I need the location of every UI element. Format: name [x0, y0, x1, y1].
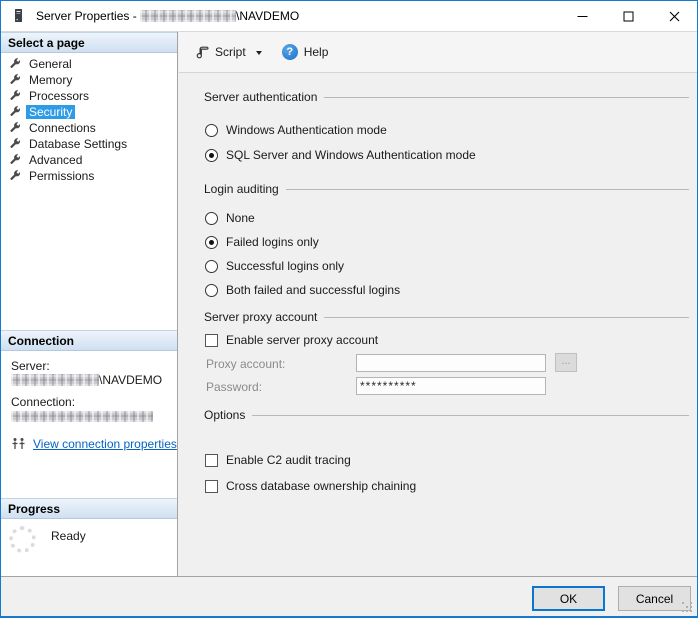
connection-header: Connection — [1, 330, 177, 351]
login-auditing-title: Login auditing — [204, 182, 689, 196]
wrench-icon — [9, 154, 21, 166]
connection-section: Connection Server: \NAVDEMO Connection: — [1, 330, 177, 451]
chevron-down-icon — [256, 51, 262, 55]
connection-label: Connection: — [11, 395, 177, 409]
sidebar-item-connections[interactable]: Connections — [1, 120, 177, 136]
wrench-icon — [9, 170, 21, 182]
proxy-account-label: Proxy account: — [206, 357, 285, 371]
checkbox-icon — [205, 454, 218, 467]
redacted-server-name — [140, 10, 236, 22]
maximize-button[interactable] — [605, 1, 651, 31]
help-button[interactable]: ? Help — [275, 39, 336, 65]
cancel-button[interactable]: Cancel — [618, 586, 691, 611]
maximize-icon — [623, 11, 634, 22]
wrench-icon — [9, 122, 21, 134]
view-connection-properties-link[interactable]: View connection properties — [33, 437, 177, 451]
radio-none[interactable]: None — [205, 210, 255, 226]
wrench-icon — [9, 74, 21, 86]
close-icon — [669, 11, 680, 22]
redacted-server-name — [11, 374, 99, 386]
connection-value — [11, 409, 177, 423]
sidebar-item-security[interactable]: Security — [1, 104, 177, 120]
checkbox-cross-database-ownership-chaining[interactable]: Cross database ownership chaining — [205, 478, 416, 494]
footer: OK Cancel — [1, 576, 697, 616]
toolbar: Script ? Help — [179, 31, 697, 73]
radio-icon — [205, 124, 218, 137]
script-label: Script — [215, 45, 246, 59]
progress-status: Ready — [51, 529, 86, 543]
server-label: Server: — [11, 359, 177, 373]
sidebar-item-processors[interactable]: Processors — [1, 88, 177, 104]
sidebar-item-database-settings[interactable]: Database Settings — [1, 136, 177, 152]
security-page-content: Server authentication Windows Authentica… — [179, 74, 697, 576]
page-list: General Memory Processors Security Conne… — [1, 53, 177, 184]
title-bar[interactable]: Server Properties - \NAVDEMO — [1, 1, 697, 31]
wrench-icon — [9, 58, 21, 70]
password-input[interactable] — [356, 377, 546, 395]
radio-icon-checked — [205, 236, 218, 249]
server-value: \NAVDEMO — [11, 373, 177, 387]
server-proxy-account-title: Server proxy account — [204, 310, 689, 324]
script-icon — [195, 45, 209, 59]
help-label: Help — [304, 45, 329, 59]
window-title: Server Properties - \NAVDEMO — [36, 9, 299, 23]
connection-properties-icon — [11, 437, 27, 451]
close-button[interactable] — [651, 1, 697, 31]
sidebar-item-permissions[interactable]: Permissions — [1, 168, 177, 184]
resize-grip[interactable] — [682, 602, 694, 614]
server-properties-dialog: Server Properties - \NAVDEMO Select a pa… — [0, 0, 698, 618]
radio-icon — [205, 212, 218, 225]
main-panel: Script ? Help Server authentication Wind… — [179, 31, 697, 576]
help-icon: ? — [282, 44, 298, 60]
server-icon — [10, 8, 26, 24]
radio-windows-authentication[interactable]: Windows Authentication mode — [205, 122, 387, 138]
options-title: Options — [204, 408, 689, 422]
radio-icon-checked — [205, 149, 218, 162]
sidebar-item-general[interactable]: General — [1, 56, 177, 72]
progress-spinner-icon — [9, 526, 36, 553]
ok-button[interactable]: OK — [532, 586, 605, 611]
minimize-button[interactable] — [559, 1, 605, 31]
script-button[interactable]: Script — [188, 39, 271, 65]
redacted-connection-user — [11, 411, 153, 422]
checkbox-icon — [205, 334, 218, 347]
wrench-icon — [9, 138, 21, 150]
select-a-page-header: Select a page — [1, 32, 177, 53]
progress-section: Progress Ready — [1, 498, 177, 553]
checkbox-enable-c2-audit-tracing[interactable]: Enable C2 audit tracing — [205, 452, 351, 468]
radio-both-failed-and-successful[interactable]: Both failed and successful logins — [205, 282, 400, 298]
sidebar: Select a page General Memory Processors … — [1, 31, 178, 576]
radio-sql-and-windows-authentication[interactable]: SQL Server and Windows Authentication mo… — [205, 147, 476, 163]
radio-successful-logins-only[interactable]: Successful logins only — [205, 258, 344, 274]
sidebar-item-advanced[interactable]: Advanced — [1, 152, 177, 168]
checkbox-enable-server-proxy-account[interactable]: Enable server proxy account — [205, 332, 378, 348]
password-label: Password: — [206, 380, 262, 394]
checkbox-icon — [205, 480, 218, 493]
progress-header: Progress — [1, 498, 177, 519]
browse-button[interactable]: ... — [555, 353, 577, 372]
minimize-icon — [577, 11, 588, 22]
proxy-account-input[interactable] — [356, 354, 546, 372]
server-authentication-title: Server authentication — [204, 90, 689, 104]
wrench-icon — [9, 90, 21, 102]
radio-icon — [205, 260, 218, 273]
radio-icon — [205, 284, 218, 297]
wrench-icon — [9, 106, 21, 118]
radio-failed-logins-only[interactable]: Failed logins only — [205, 234, 319, 250]
sidebar-item-memory[interactable]: Memory — [1, 72, 177, 88]
